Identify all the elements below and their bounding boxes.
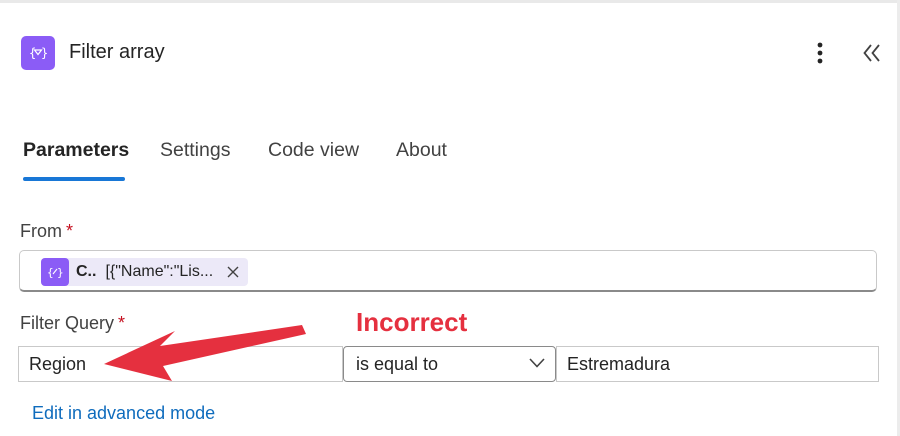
top-border <box>0 0 900 3</box>
active-tab-indicator <box>23 177 125 181</box>
left-operand-value: Region <box>29 353 87 374</box>
right-operand-value: Estremadura <box>567 353 671 374</box>
required-mark: * <box>66 221 74 241</box>
edit-advanced-mode-link[interactable]: Edit in advanced mode <box>32 403 215 424</box>
expression-icon: { } <box>41 258 69 286</box>
tab-about[interactable]: About <box>396 139 447 162</box>
filter-left-operand-input[interactable]: Region <box>18 346 343 382</box>
operator-dropdown[interactable]: is equal to <box>343 346 556 382</box>
filter-query-label: Filter Query * <box>20 313 126 333</box>
tab-code-view[interactable]: Code view <box>268 139 359 162</box>
svg-text:{: { <box>47 266 54 279</box>
incorrect-annotation: Incorrect <box>356 307 468 337</box>
close-icon <box>227 266 239 278</box>
token-value: [{"Name":"Lis... <box>105 263 214 280</box>
chevron-down-icon <box>529 358 545 368</box>
svg-text:}: } <box>57 266 63 279</box>
tab-parameters[interactable]: Parameters <box>23 139 129 162</box>
double-chevron-left-icon <box>863 44 880 62</box>
svg-text:{: { <box>29 46 36 60</box>
remove-token-button[interactable] <box>227 266 239 278</box>
tab-settings[interactable]: Settings <box>160 139 230 162</box>
token-name: C.. <box>76 263 97 280</box>
from-label: From * <box>20 221 74 241</box>
filter-right-operand-input[interactable]: Estremadura <box>556 346 879 382</box>
svg-text:}: } <box>41 46 48 60</box>
more-vertical-icon <box>817 42 823 64</box>
panel-title: Filter array <box>69 41 165 63</box>
filter-array-icon: { } <box>21 36 55 70</box>
dynamic-content-token[interactable]: { } C.. [{"Name":"Lis... <box>41 258 248 286</box>
from-input[interactable]: { } C.. [{"Name":"Lis... <box>19 250 877 292</box>
collapse-panel-button[interactable] <box>856 38 888 68</box>
operator-value: is equal to <box>356 353 439 374</box>
required-mark: * <box>118 313 126 333</box>
more-options-button[interactable] <box>808 38 832 68</box>
